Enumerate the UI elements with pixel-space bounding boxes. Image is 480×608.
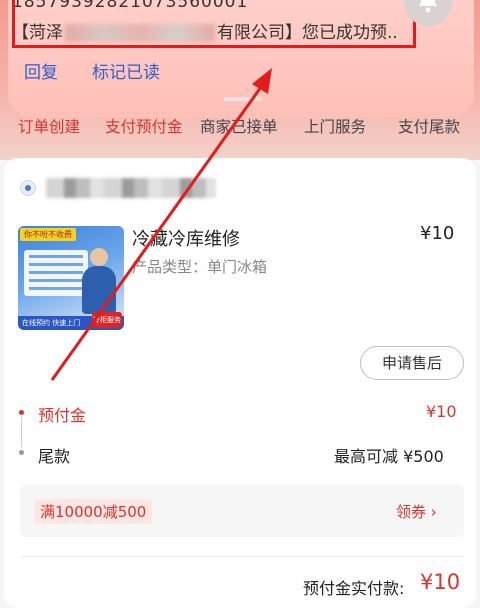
paid-deposit-label: 预付金实付款: [303,579,405,598]
technician-figure [82,266,116,314]
timeline-line [21,417,22,447]
step-pay-balance: 支付尾款 [398,118,461,136]
shop-icon [20,180,36,196]
thumbnail-info-box [24,250,88,296]
step-order-created: 订单创建 [18,118,81,136]
product-type: 产品类型：单门冰箱 [132,258,268,276]
step-merchant-accepted: 商家已接单 [200,118,278,136]
coupon-tag: 满10000减500 [34,499,153,524]
balance-value: 最高可减 ¥500 [334,447,444,466]
highlight-box [12,0,416,48]
reply-button[interactable]: 回复 [24,58,58,83]
bell-icon [419,0,437,13]
technician-head [90,248,108,266]
product-price: ¥10 [420,223,455,244]
thumbnail-tag: 你不吩不收费 [20,228,76,241]
redacted-shop-name [46,178,216,198]
timeline-dot-active [19,410,24,415]
paid-deposit-value: ¥10 [420,570,461,594]
drag-handle[interactable] [224,97,262,101]
balance-label: 尾款 [38,447,71,466]
order-progress-steps: 订单创建 支付预付金 商家已接单 上门服务 支付尾款 [0,115,480,139]
step-pay-deposit: 支付预付金 [105,118,183,136]
product-name[interactable]: 冷藏冷库维修 [132,225,240,251]
deposit-label: 预付金 [38,406,87,425]
product-thumbnail[interactable]: 你不吩不收费 在线预约 快速上门 冷柜服务 [18,226,124,330]
divider [20,556,464,557]
deposit-value: ¥10 [426,402,457,421]
mark-read-button[interactable]: 标记已读 [92,58,160,83]
chevron-right-icon: › [430,503,437,521]
after-sales-button[interactable]: 申请售后 [360,346,464,380]
get-coupon-label: 领券 [396,503,427,521]
thumbnail-badge: 冷柜服务 [92,312,122,328]
timeline-dot-pending [19,450,24,455]
get-coupon-link[interactable]: 领券 › [396,501,437,522]
step-home-service: 上门服务 [304,118,367,136]
